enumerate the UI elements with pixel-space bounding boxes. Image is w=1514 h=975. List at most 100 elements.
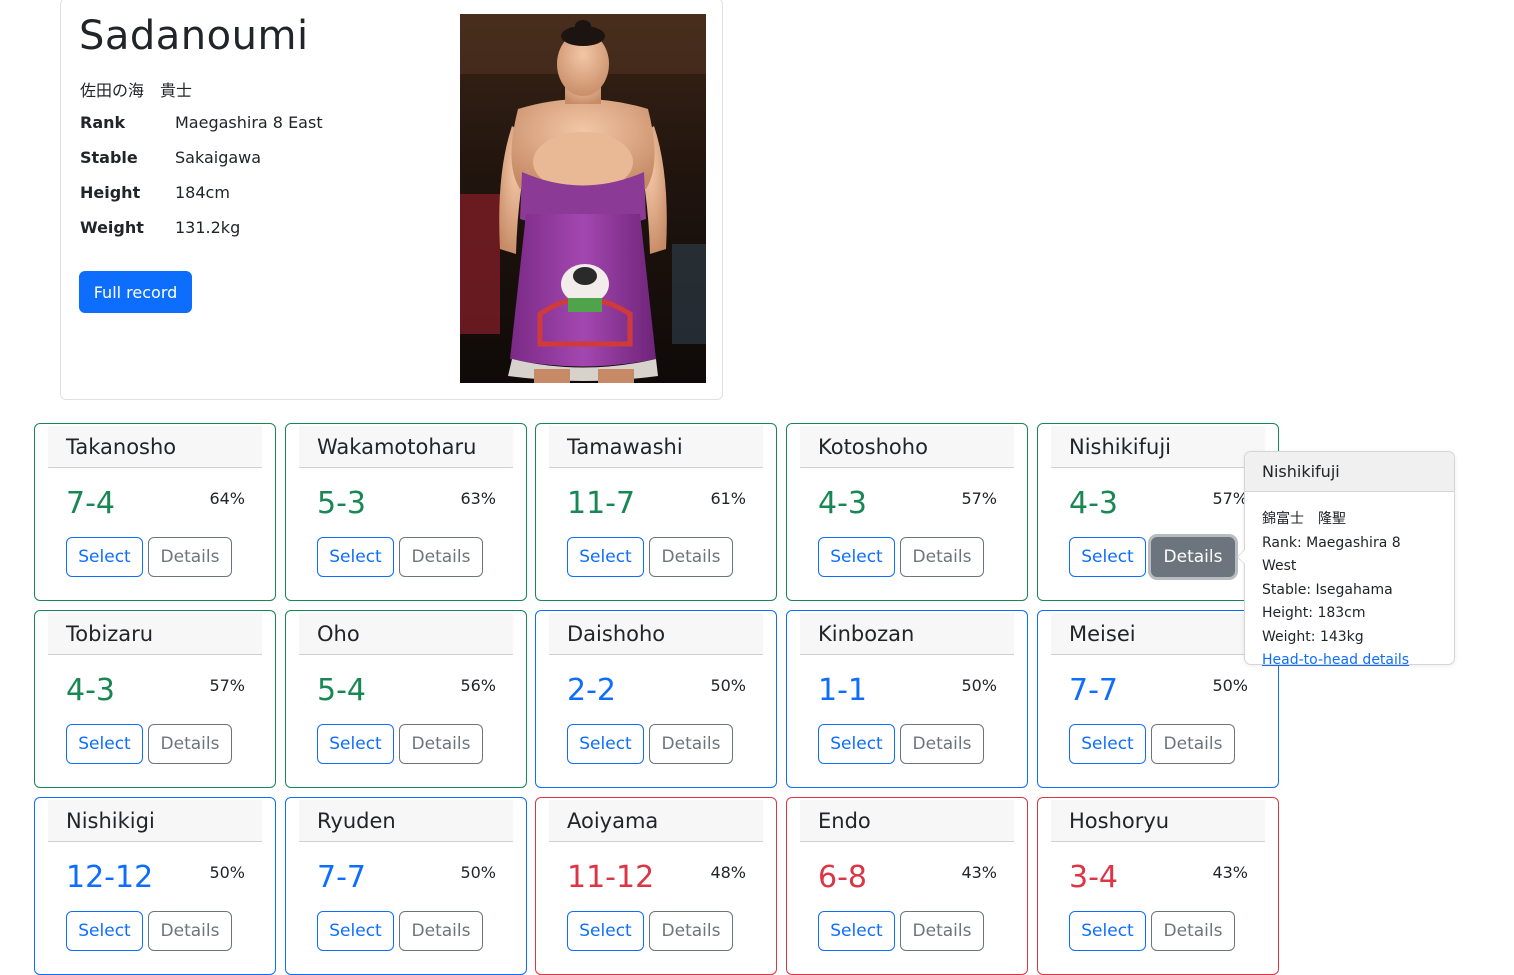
opponent-card: Daishoho 2-2 50% Select Details <box>535 610 777 788</box>
select-button[interactable]: Select <box>317 537 394 577</box>
details-button[interactable]: Details <box>1151 911 1235 951</box>
details-button[interactable]: Details <box>1151 724 1235 764</box>
opponent-details-popover: Nishikifuji 錦富士 隆聖 Rank: Maegashira 8 We… <box>1237 451 1455 668</box>
opponent-card: Takanosho 7-4 64% Select Details <box>34 423 276 601</box>
stat-label: Height <box>80 183 141 202</box>
win-percentage: 57% <box>961 489 997 508</box>
opponent-card: Kinbozan 1-1 50% Select Details <box>786 610 1028 788</box>
stat-row-stable: Stable Sakaigawa <box>80 148 323 183</box>
details-button[interactable]: Details <box>649 537 733 577</box>
opponent-card: Nishikigi 12-12 50% Select Details <box>34 797 276 975</box>
wrestler-name: Sadanoumi <box>79 13 309 59</box>
win-percentage: 57% <box>1212 489 1248 508</box>
details-button[interactable]: Details <box>900 724 984 764</box>
head-to-head-link[interactable]: Head-to-head details <box>1262 652 1409 668</box>
win-percentage: 50% <box>460 863 496 882</box>
win-percentage: 43% <box>1212 863 1248 882</box>
opponent-name: Tobizaru <box>48 613 262 655</box>
stat-row-rank: Rank Maegashira 8 East <box>80 113 323 148</box>
select-button[interactable]: Select <box>567 724 644 764</box>
details-button[interactable]: Details <box>900 537 984 577</box>
head-to-head-record: 7-7 <box>1069 673 1118 708</box>
opponent-name: Hoshoryu <box>1051 800 1265 842</box>
stat-value: Maegashira 8 East <box>175 113 323 132</box>
select-button[interactable]: Select <box>567 911 644 951</box>
opponent-name: Kotoshoho <box>800 426 1014 468</box>
opponent-card: Nishikifuji 4-3 57% Select Details <box>1037 423 1279 601</box>
head-to-head-record: 1-1 <box>818 673 867 708</box>
details-button[interactable]: Details <box>399 724 483 764</box>
popover-title: Nishikifuji <box>1245 452 1454 492</box>
stat-row-weight: Weight 131.2kg <box>80 218 323 253</box>
win-percentage: 64% <box>209 489 245 508</box>
opponent-name: Kinbozan <box>800 613 1014 655</box>
head-to-head-record: 7-7 <box>317 860 366 895</box>
select-button[interactable]: Select <box>1069 911 1146 951</box>
head-to-head-record: 4-3 <box>66 673 115 708</box>
details-button[interactable]: Details <box>399 911 483 951</box>
opponent-card: Aoiyama 11-12 48% Select Details <box>535 797 777 975</box>
opponent-card: Tobizaru 4-3 57% Select Details <box>34 610 276 788</box>
opponent-name: Oho <box>299 613 513 655</box>
select-button[interactable]: Select <box>818 537 895 577</box>
details-button[interactable]: Details <box>649 724 733 764</box>
wrestler-profile-card: Sadanoumi 佐田の海 貴士 Rank Maegashira 8 East… <box>60 0 723 400</box>
popover-stable: Stable: Isegahama <box>1262 581 1393 598</box>
select-button[interactable]: Select <box>1069 724 1146 764</box>
popover-name-japanese: 錦富士 隆聖 <box>1262 511 1346 527</box>
head-to-head-record: 7-4 <box>66 486 115 521</box>
stat-value: Sakaigawa <box>175 148 262 167</box>
opponent-card: Wakamotoharu 5-3 63% Select Details <box>285 423 527 601</box>
stat-value: 131.2kg <box>175 218 241 237</box>
opponent-card: Kotoshoho 4-3 57% Select Details <box>786 423 1028 601</box>
details-button[interactable]: Details <box>148 724 232 764</box>
select-button[interactable]: Select <box>66 537 143 577</box>
head-to-head-record: 12-12 <box>66 860 154 895</box>
wrestler-stats: Rank Maegashira 8 East Stable Sakaigawa … <box>80 113 323 253</box>
head-to-head-record: 5-4 <box>317 673 366 708</box>
select-button[interactable]: Select <box>1069 537 1146 577</box>
head-to-head-record: 4-3 <box>1069 486 1118 521</box>
select-button[interactable]: Select <box>567 537 644 577</box>
opponent-name: Tamawashi <box>549 426 763 468</box>
select-button[interactable]: Select <box>818 724 895 764</box>
details-button[interactable]: Details <box>900 911 984 951</box>
stat-value: 184cm <box>175 183 230 202</box>
stat-label: Rank <box>80 113 126 132</box>
win-percentage: 63% <box>460 489 496 508</box>
head-to-head-record: 6-8 <box>818 860 867 895</box>
opponent-name: Daishoho <box>549 613 763 655</box>
full-record-button[interactable]: Full record <box>79 271 192 313</box>
opponent-name: Nishikigi <box>48 800 262 842</box>
stat-label: Weight <box>80 218 144 237</box>
win-percentage: 48% <box>710 863 746 882</box>
opponent-card: Ryuden 7-7 50% Select Details <box>285 797 527 975</box>
head-to-head-record: 2-2 <box>567 673 616 708</box>
head-to-head-record: 11-12 <box>567 860 655 895</box>
popover-rank: Rank: Maegashira 8 West <box>1262 534 1401 575</box>
details-button[interactable]: Details <box>148 537 232 577</box>
opponent-card: Hoshoryu 3-4 43% Select Details <box>1037 797 1279 975</box>
stat-row-height: Height 184cm <box>80 183 323 218</box>
select-button[interactable]: Select <box>317 724 394 764</box>
select-button[interactable]: Select <box>818 911 895 951</box>
wrestler-photo <box>460 14 706 383</box>
details-button[interactable]: Details <box>399 537 483 577</box>
win-percentage: 50% <box>209 863 245 882</box>
popover-arrow <box>1237 549 1245 565</box>
details-button[interactable]: Details <box>1151 537 1235 577</box>
details-button[interactable]: Details <box>148 911 232 951</box>
opponent-name: Ryuden <box>299 800 513 842</box>
details-button[interactable]: Details <box>649 911 733 951</box>
select-button[interactable]: Select <box>66 911 143 951</box>
popover-weight: Weight: 143kg <box>1262 628 1364 645</box>
opponent-card: Endo 6-8 43% Select Details <box>786 797 1028 975</box>
win-percentage: 56% <box>460 676 496 695</box>
win-percentage: 61% <box>710 489 746 508</box>
head-to-head-record: 3-4 <box>1069 860 1118 895</box>
stat-label: Stable <box>80 148 138 167</box>
select-button[interactable]: Select <box>66 724 143 764</box>
head-to-head-record: 5-3 <box>317 486 366 521</box>
select-button[interactable]: Select <box>317 911 394 951</box>
opponent-name: Endo <box>800 800 1014 842</box>
